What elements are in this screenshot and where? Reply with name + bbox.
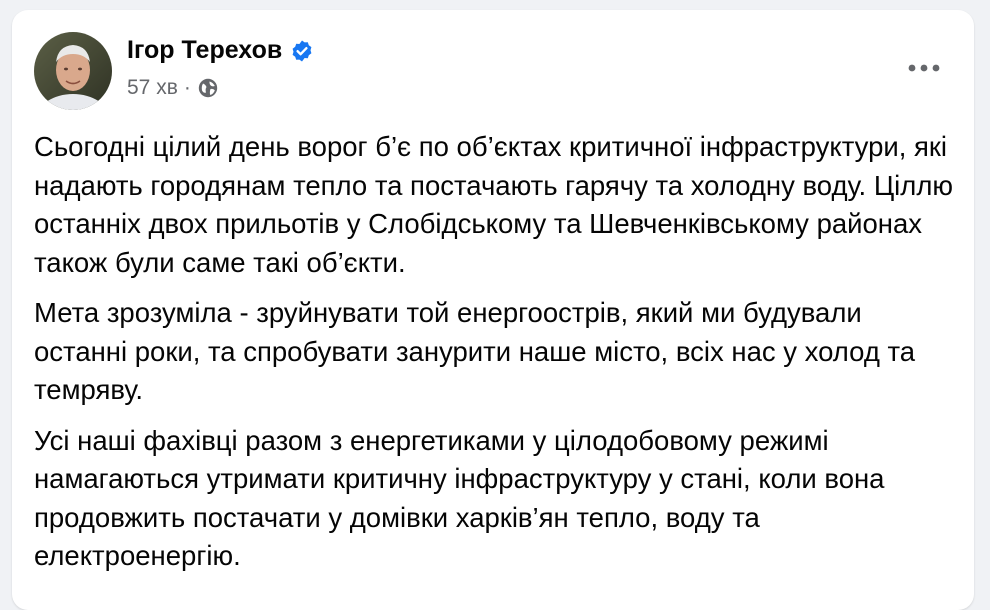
more-options-button[interactable] <box>904 54 944 82</box>
post-paragraph-2: Мета зрозуміла - зруйнувати той енергоос… <box>34 297 916 405</box>
post-text: Сьогодні цілий день ворог б’є по об’єкта… <box>34 128 954 588</box>
post-card: Ігор Терехов 57 хв · Сьогодні цілий день… <box>12 10 974 610</box>
post-meta: 57 хв · <box>127 76 219 100</box>
more-horizontal-icon <box>908 64 940 72</box>
verified-badge-icon <box>290 39 314 63</box>
globe-icon[interactable] <box>197 77 219 99</box>
author-line: Ігор Терехов <box>127 36 314 65</box>
author-avatar[interactable] <box>34 32 112 110</box>
author-name-link[interactable]: Ігор Терехов <box>127 36 282 65</box>
meta-separator: · <box>183 76 191 99</box>
post-timestamp-link[interactable]: 57 хв <box>127 76 178 100</box>
post-paragraph-3: Усі наші фахівці разом з енергетиками у … <box>34 424 885 572</box>
post-paragraph-1: Сьогодні цілий день ворог б’є по об’єкта… <box>34 131 953 278</box>
